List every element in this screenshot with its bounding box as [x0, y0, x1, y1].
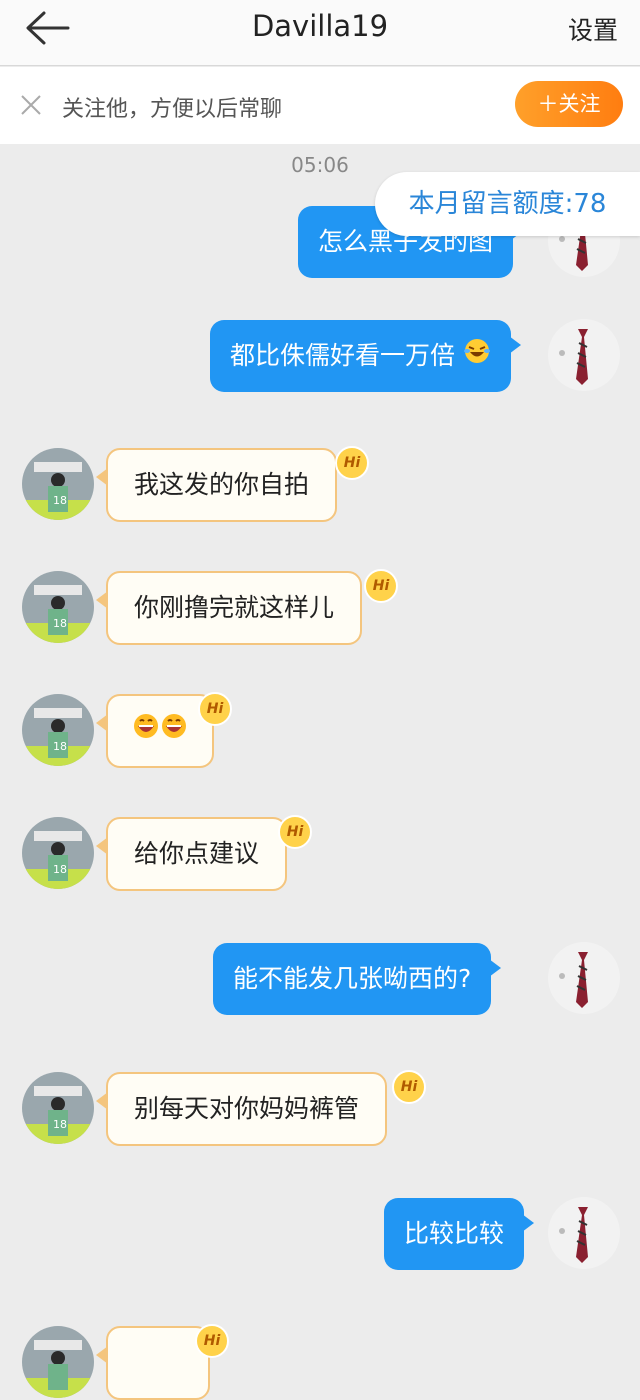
grin-emoji [132, 697, 160, 767]
my-avatar[interactable] [548, 319, 620, 391]
outgoing-message[interactable]: 能不能发几张呦西的? [213, 943, 502, 1015]
close-icon[interactable] [20, 94, 42, 116]
message-text: 给你点建议 [134, 839, 260, 868]
follow-banner: 关注他，方便以后常聊 ＋关注 [0, 67, 640, 144]
message-text: 我这发的你自拍 [134, 470, 310, 499]
hi-badge-icon: Hi [278, 815, 312, 849]
grin-emoji [160, 697, 188, 767]
contact-avatar[interactable]: 18 [22, 694, 94, 766]
contact-avatar[interactable] [22, 1326, 94, 1398]
svg-text:18: 18 [53, 863, 67, 876]
message-text: 能不能发几张呦西的? [233, 964, 472, 993]
follow-button[interactable]: ＋关注 [515, 81, 623, 127]
outgoing-message[interactable]: 都比侏儒好看一万倍 [210, 320, 521, 393]
message-text: 都比侏儒好看一万倍 [230, 341, 456, 370]
incoming-message[interactable]: 给你点建议 [95, 817, 288, 891]
hi-badge-icon: Hi [335, 446, 369, 480]
incoming-message[interactable]: 我这发的你自拍 [95, 448, 338, 522]
incoming-message[interactable]: 别每天对你妈妈裤管 [95, 1072, 388, 1146]
my-avatar[interactable] [548, 1197, 620, 1269]
message-text: 你刚撸完就这样儿 [134, 593, 335, 622]
top-bar: Davilla19 设置 [0, 0, 640, 66]
svg-text:18: 18 [53, 1118, 67, 1131]
settings-button[interactable]: 设置 [568, 11, 618, 47]
message-text: 别每天对你妈妈裤管 [134, 1094, 360, 1123]
hi-badge-icon: Hi [364, 569, 398, 603]
incoming-message[interactable]: 你刚撸完就这样儿 [95, 571, 363, 645]
laugh-cry-emoji [463, 321, 491, 393]
contact-avatar[interactable]: 18 [22, 571, 94, 643]
svg-text:18: 18 [53, 494, 67, 507]
hi-badge-icon: Hi [392, 1070, 426, 1104]
svg-text:18: 18 [53, 617, 67, 630]
message-text: 比较比较 [404, 1219, 505, 1248]
my-avatar[interactable] [548, 942, 620, 1014]
contact-avatar[interactable]: 18 [22, 1072, 94, 1144]
message-quota-badge: 本月留言额度:78 [375, 172, 640, 236]
follow-prompt-text: 关注他，方便以后常聊 [62, 97, 283, 122]
hi-badge-icon: Hi [195, 1324, 229, 1358]
contact-avatar[interactable]: 18 [22, 448, 94, 520]
hi-badge-icon: Hi [198, 692, 232, 726]
svg-text:18: 18 [53, 740, 67, 753]
outgoing-message[interactable]: 比较比较 [384, 1198, 535, 1270]
contact-avatar[interactable]: 18 [22, 817, 94, 889]
chat-title: Davilla19 [251, 9, 389, 43]
